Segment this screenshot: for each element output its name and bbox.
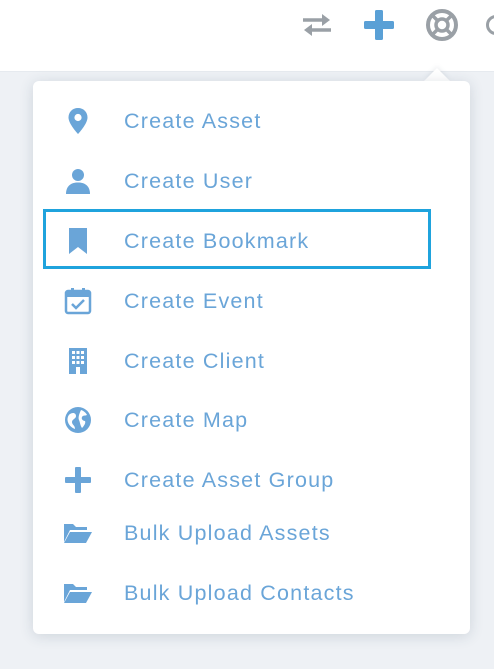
- help-button[interactable]: [423, 6, 461, 44]
- menu-item-create-asset-group[interactable]: Create Asset Group: [43, 464, 431, 496]
- calendar-check-icon: [63, 286, 93, 316]
- menu-item-create-map[interactable]: Create Map: [43, 404, 431, 436]
- globe-icon: [63, 405, 93, 435]
- plus-icon: [363, 9, 395, 41]
- menu-item-label: Create User: [124, 169, 254, 193]
- folder-open-icon: [63, 578, 93, 608]
- building-icon: [63, 346, 93, 376]
- create-menu: Create Asset Create User Create Bookmark: [33, 81, 470, 634]
- menu-item-label: Create Event: [124, 289, 264, 313]
- menu-item-create-asset[interactable]: Create Asset: [43, 105, 431, 137]
- menu-item-create-user[interactable]: Create User: [43, 165, 431, 197]
- menu-item-label: Bulk Upload Contacts: [124, 581, 355, 605]
- menu-item-bulk-upload-assets[interactable]: Bulk Upload Assets: [43, 517, 431, 549]
- swap-icon[interactable]: [298, 6, 336, 44]
- plus-icon: [63, 465, 93, 495]
- menu-item-label: Bulk Upload Assets: [124, 521, 331, 545]
- map-pin-icon: [63, 106, 93, 136]
- menu-item-label: Create Asset: [124, 109, 262, 133]
- menu-item-label: Create Bookmark: [124, 229, 310, 253]
- menu-item-label: Create Asset Group: [124, 468, 335, 492]
- menu-item-label: Create Map: [124, 408, 249, 432]
- menu-item-create-bookmark[interactable]: Create Bookmark: [43, 209, 431, 269]
- folder-open-icon: [63, 518, 93, 548]
- menu-item-bulk-upload-contacts[interactable]: Bulk Upload Contacts: [43, 577, 431, 609]
- menu-item-label: Create Client: [124, 349, 266, 373]
- account-icon[interactable]: [486, 15, 494, 35]
- menu-item-create-client[interactable]: Create Client: [43, 345, 431, 377]
- bookmark-icon: [63, 226, 93, 256]
- dropdown-caret: [424, 68, 450, 81]
- lifebuoy-icon: [425, 8, 459, 42]
- add-button[interactable]: [360, 6, 398, 44]
- top-bar: [0, 0, 494, 72]
- user-icon: [63, 166, 93, 196]
- menu-item-create-event[interactable]: Create Event: [43, 285, 431, 317]
